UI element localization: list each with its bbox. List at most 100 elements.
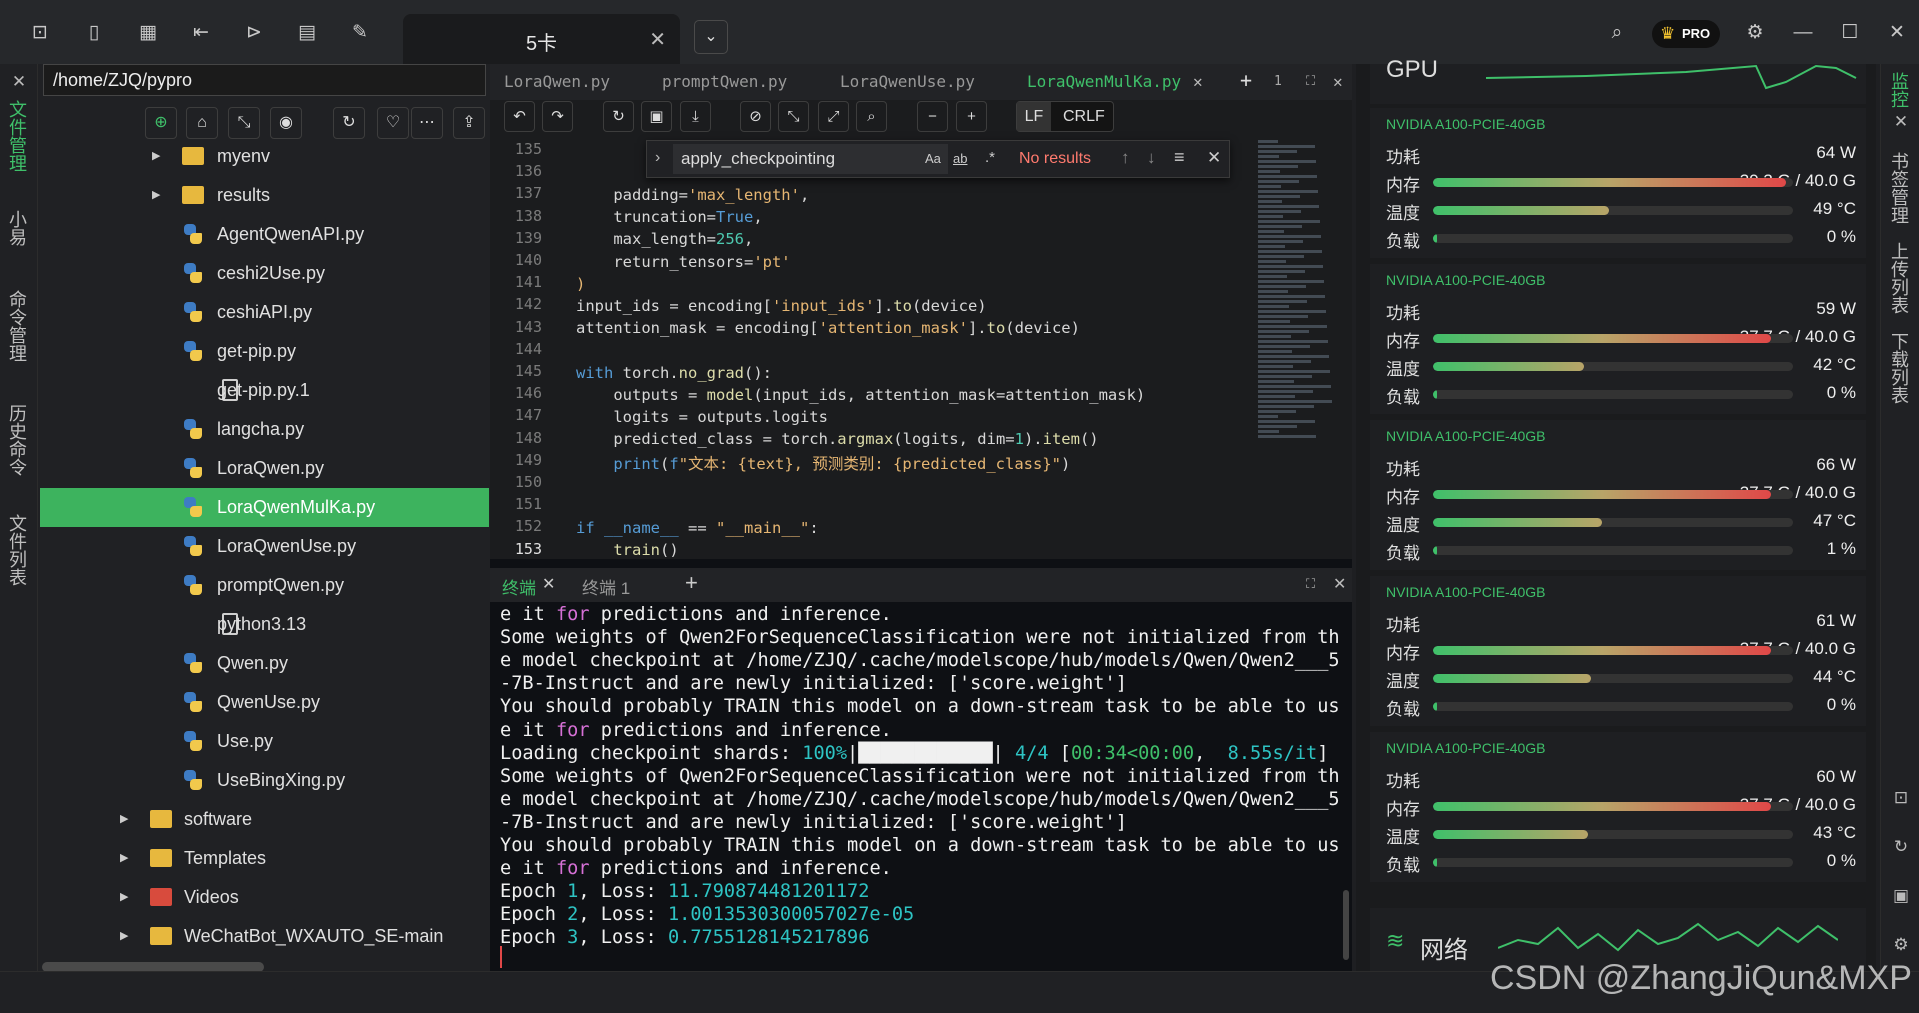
regex-option[interactable]: .*	[985, 149, 995, 166]
chevron-right-icon[interactable]: ▶	[152, 176, 160, 215]
chevron-right-icon[interactable]: ▶	[120, 800, 128, 839]
add-tab-icon[interactable]: +	[1240, 68, 1252, 92]
zoom-in-icon[interactable]: +	[956, 101, 987, 132]
chevron-right-icon[interactable]: ▶	[120, 839, 128, 878]
save-icon[interactable]: ▣	[641, 101, 672, 132]
rail-download-list[interactable]: 下载列表	[1889, 332, 1912, 404]
file-item[interactable]: LoraQwenMulKa.py	[40, 488, 489, 527]
gear-icon[interactable]: ⚙	[1744, 22, 1766, 44]
arrow-up-icon[interactable]: ↑	[1121, 148, 1130, 168]
file-item[interactable]: get-pip.py.1	[40, 371, 489, 410]
file-item[interactable]: langcha.py	[40, 410, 489, 449]
close-icon[interactable]: ✕	[542, 574, 555, 594]
compass-icon[interactable]: ⊘	[740, 101, 771, 132]
bookmark-icon[interactable]: ▯	[83, 22, 105, 44]
tab-loraqwenuse[interactable]: LoraQwenUse.py	[840, 72, 975, 91]
layout-icon[interactable]: ▦	[137, 22, 159, 44]
file-item[interactable]: get-pip.py	[40, 332, 489, 371]
download-icon[interactable]: ⤓	[680, 101, 711, 132]
close-icon[interactable]: ✕	[1333, 574, 1346, 594]
split-icon[interactable]: ⇤	[190, 22, 212, 44]
expand-icon[interactable]: ⤢	[818, 101, 849, 132]
tab-loraqwenmulka[interactable]: LoraQwenMulKa.py	[1027, 72, 1181, 91]
upload-icon[interactable]: ⇪	[453, 107, 485, 139]
file-icon[interactable]: ▤	[296, 22, 318, 44]
maximize-icon[interactable]: ⛶	[1306, 576, 1315, 592]
save-icon[interactable]: ▣	[1890, 886, 1912, 908]
tab-promptqwen[interactable]: promptQwen.py	[662, 72, 787, 91]
collapse-icon[interactable]: ⤡	[228, 107, 260, 139]
terminal-scrollbar[interactable]	[1343, 890, 1349, 960]
chevron-right-icon[interactable]: ▶	[152, 137, 160, 176]
tab-count[interactable]: 1	[1274, 74, 1282, 89]
rail-command-manager[interactable]: 命令管理	[7, 290, 30, 362]
file-item[interactable]: Use.py	[40, 722, 489, 761]
gear-icon[interactable]: ⚙	[1890, 935, 1912, 957]
close-icon[interactable]: ✕	[1333, 72, 1343, 91]
terminal-icon[interactable]: ⊡	[29, 22, 51, 44]
rail-bookmarks[interactable]: 书签管理	[1889, 152, 1912, 224]
file-item[interactable]: ceshi2Use.py	[40, 254, 489, 293]
close-icon[interactable]: ✕	[1193, 72, 1203, 91]
session-tab[interactable]: 5卡 ✕	[403, 14, 680, 64]
rail-file-list[interactable]: 文件列表	[7, 514, 30, 586]
shrink-icon[interactable]: ⤡	[778, 101, 809, 132]
folder-item[interactable]: ▶ results	[40, 176, 489, 215]
zoom-out-icon[interactable]: −	[917, 101, 948, 132]
file-item[interactable]: ceshiAPI.py	[40, 293, 489, 332]
find-input[interactable]: apply_checkpointing	[673, 144, 948, 174]
selection-icon[interactable]: ≡	[1174, 147, 1185, 168]
close-icon[interactable]: ✕	[8, 72, 30, 94]
folder-item[interactable]: ▶ WeChatBot_WXAUTO_SE-main	[40, 917, 489, 956]
refresh-icon[interactable]: ↻	[333, 107, 365, 139]
chevron-down-icon[interactable]: ⌄	[694, 20, 728, 54]
line-ending-toggle[interactable]: LF CRLF	[1016, 101, 1114, 132]
refresh-icon[interactable]: ↻	[1890, 837, 1912, 859]
rail-upload-list[interactable]: 上传列表	[1889, 242, 1912, 314]
tab-loraqwen[interactable]: LoraQwen.py	[504, 72, 610, 91]
file-item[interactable]: python3.13	[40, 605, 489, 644]
chevron-right-icon[interactable]: ›	[655, 149, 660, 167]
path-input[interactable]: /home/ZJQ/pypro	[43, 64, 486, 96]
tab-terminal-1[interactable]: 终端 1	[582, 574, 630, 599]
close-icon[interactable]: ✕	[1207, 148, 1221, 168]
crlf-option[interactable]: CRLF	[1063, 102, 1105, 131]
minimap[interactable]	[1258, 138, 1338, 468]
maximize-icon[interactable]: ☐	[1839, 22, 1861, 44]
search-icon[interactable]: ⌕	[856, 101, 887, 132]
match-case-option[interactable]: Aa	[925, 151, 941, 166]
chevron-right-icon[interactable]: ▶	[120, 878, 128, 917]
whole-word-option[interactable]: ab	[953, 151, 967, 166]
eye-icon[interactable]: ◉	[270, 107, 302, 139]
wrench-icon[interactable]: ✎	[349, 22, 371, 44]
home-icon[interactable]: ⌂	[186, 107, 218, 139]
search-icon[interactable]: ⌕	[1606, 22, 1628, 44]
minimize-icon[interactable]: —	[1792, 22, 1814, 44]
file-item[interactable]: LoraQwenUse.py	[40, 527, 489, 566]
folder-item[interactable]: ▶ Videos	[40, 878, 489, 917]
tab-terminal[interactable]: 终端	[502, 574, 536, 599]
file-item[interactable]: promptQwen.py	[40, 566, 489, 605]
file-item[interactable]: UseBingXing.py	[40, 761, 489, 800]
folder-item[interactable]: ▶ Templates	[40, 839, 489, 878]
more-icon[interactable]: ⋯	[411, 107, 443, 139]
pro-badge[interactable]: PRO	[1652, 20, 1720, 48]
file-item[interactable]: QwenUse.py	[40, 683, 489, 722]
rail-history[interactable]: 历史命令	[7, 404, 30, 476]
chevron-right-icon[interactable]: ▶	[120, 917, 128, 956]
undo-icon[interactable]: ↶	[504, 101, 535, 132]
locate-icon[interactable]: ⊕	[145, 107, 177, 139]
lf-option[interactable]: LF	[1017, 102, 1051, 131]
rail-file-manager[interactable]: 文件管理	[7, 100, 30, 172]
terminal-icon[interactable]: ⊡	[1890, 788, 1912, 810]
window-close-icon[interactable]: ✕	[1886, 22, 1908, 44]
rail-monitor[interactable]: 监控	[1889, 72, 1912, 108]
console-icon[interactable]: ⊳	[243, 22, 265, 44]
close-icon[interactable]: ✕	[649, 27, 666, 52]
arrow-down-icon[interactable]: ↓	[1147, 148, 1156, 168]
close-icon[interactable]: ✕	[1890, 112, 1912, 134]
rail-xiaoyi[interactable]: 小易	[7, 210, 30, 246]
file-item[interactable]: Qwen.py	[40, 644, 489, 683]
heart-icon[interactable]: ♡	[377, 107, 409, 139]
reload-icon[interactable]: ↻	[603, 101, 634, 132]
